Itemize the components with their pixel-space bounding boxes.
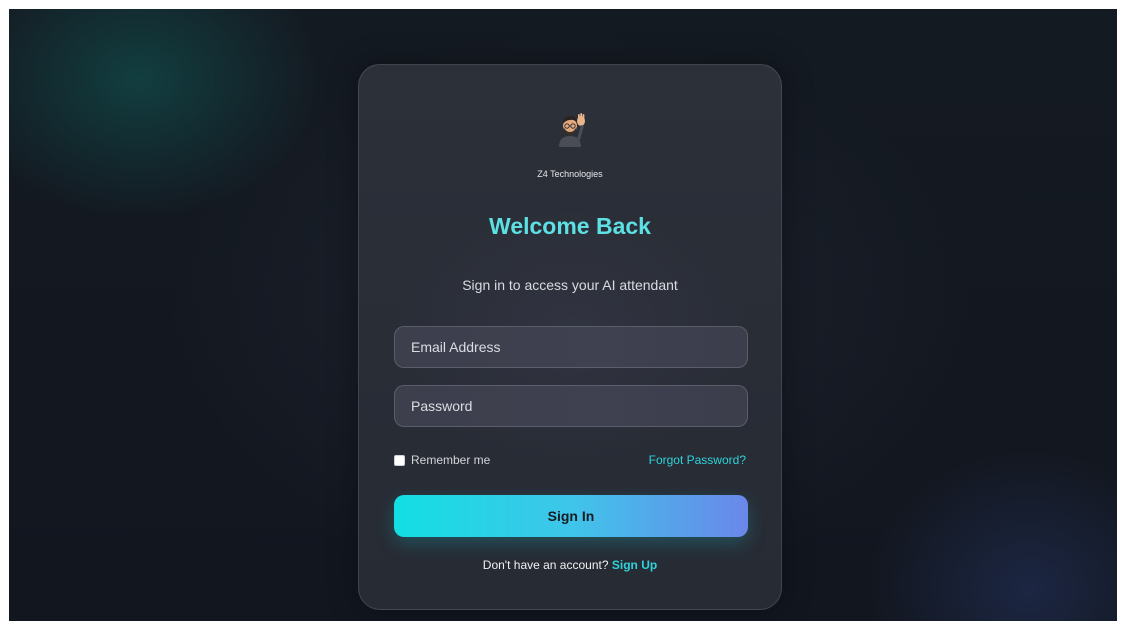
- sign-up-link[interactable]: Sign Up: [612, 558, 657, 572]
- remember-me-label: Remember me: [411, 453, 491, 467]
- remember-me-checkbox[interactable]: [394, 454, 405, 466]
- avatar-logo-icon: [551, 109, 591, 149]
- signup-prompt: Don't have an account? Sign Up: [359, 558, 781, 572]
- page-title: Welcome Back: [489, 213, 651, 239]
- email-field[interactable]: [394, 326, 748, 368]
- page-subtitle: Sign in to access your AI attendant: [462, 277, 678, 293]
- login-card: Z4 Technologies Welcome Back Sign in to …: [358, 64, 782, 610]
- sign-in-button[interactable]: Sign In: [394, 495, 748, 537]
- forgot-password-link[interactable]: Forgot Password?: [649, 453, 746, 467]
- password-field[interactable]: [394, 385, 748, 427]
- signup-prompt-text: Don't have an account?: [482, 558, 609, 572]
- remember-me-control[interactable]: Remember me: [394, 453, 490, 467]
- brand-name: Z4 Technologies: [537, 169, 603, 179]
- page-background: Z4 Technologies Welcome Back Sign in to …: [9, 9, 1117, 621]
